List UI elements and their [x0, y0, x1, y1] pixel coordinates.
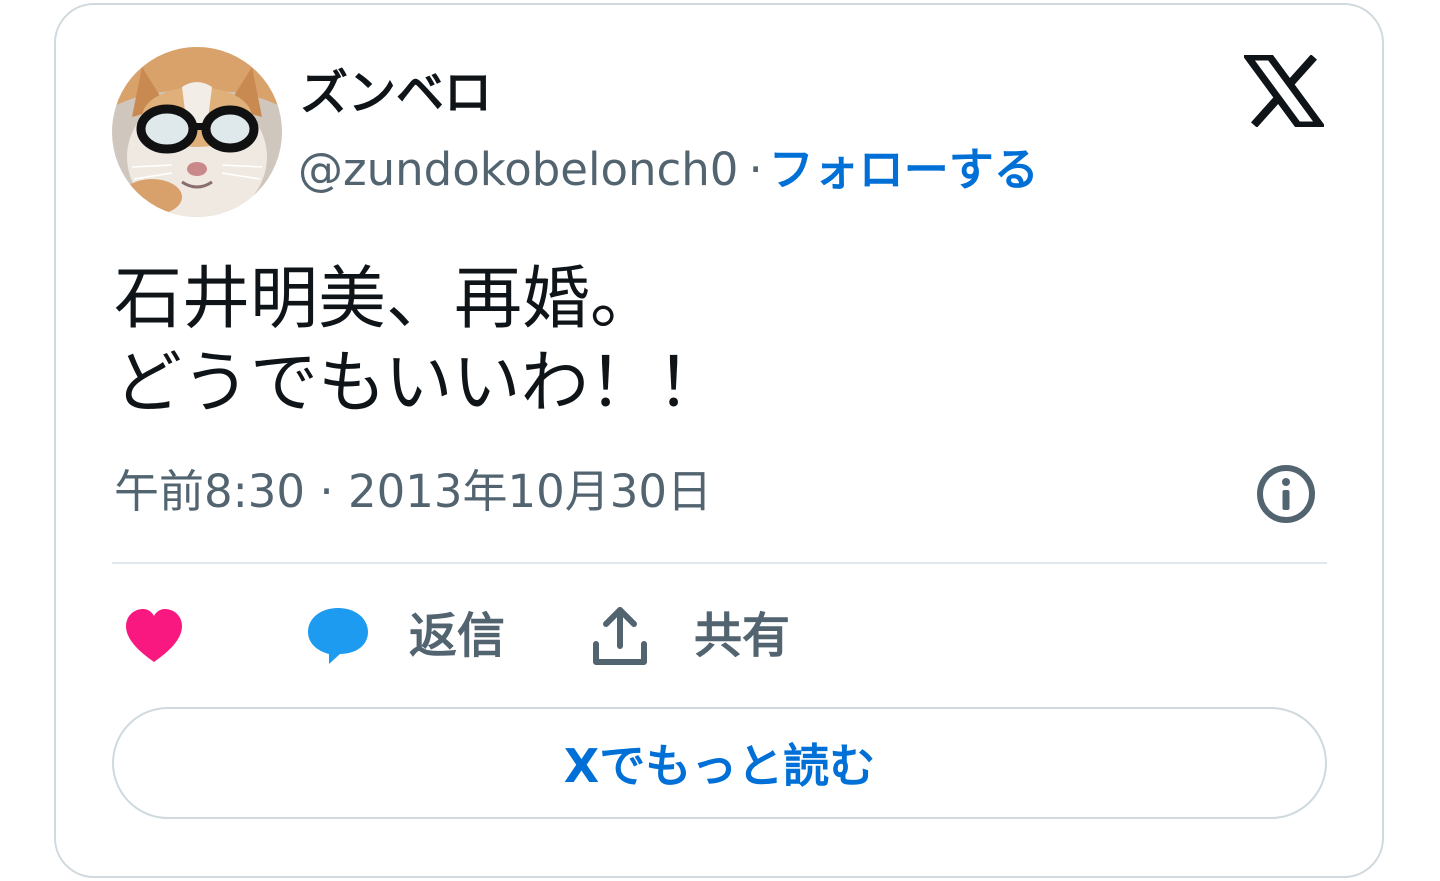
author-handle[interactable]: @zundokobelonch0	[298, 143, 738, 196]
author-avatar[interactable]	[112, 47, 282, 217]
author-display-name[interactable]: ズンベロ	[300, 62, 492, 124]
tweet-text-line-2: どうでもいいわ！！	[114, 344, 725, 423]
follow-button[interactable]: フォローする	[769, 143, 1039, 196]
divider	[112, 562, 1327, 564]
info-icon[interactable]	[1254, 462, 1318, 526]
cat-with-glasses-avatar	[112, 47, 282, 217]
tweet-timestamp[interactable]: 午前8:30 · 2013年10月30日	[114, 462, 712, 522]
share-label: 共有	[694, 608, 791, 664]
upload-share-icon	[593, 607, 647, 665]
reply-label: 返信	[409, 608, 506, 664]
tweet-text-line-1: 石井明美、再婚。	[114, 260, 659, 339]
tweet-text: 石井明美、再婚。 どうでもいいわ！！	[114, 258, 1214, 426]
x-logo-icon[interactable]	[1241, 53, 1327, 129]
read-more-on-x-button[interactable]: Xでもっと読む	[112, 707, 1327, 819]
reply-button[interactable]: 返信	[305, 600, 505, 672]
read-more-label: Xでもっと読む	[563, 739, 876, 793]
author-handle-row: @zundokobelonch0 · フォローする	[298, 138, 1039, 202]
speech-bubble-icon	[308, 608, 368, 664]
like-button[interactable]	[122, 600, 186, 672]
share-button[interactable]: 共有	[588, 600, 790, 672]
separator-dot: ·	[748, 143, 763, 196]
heart-icon	[126, 609, 182, 662]
